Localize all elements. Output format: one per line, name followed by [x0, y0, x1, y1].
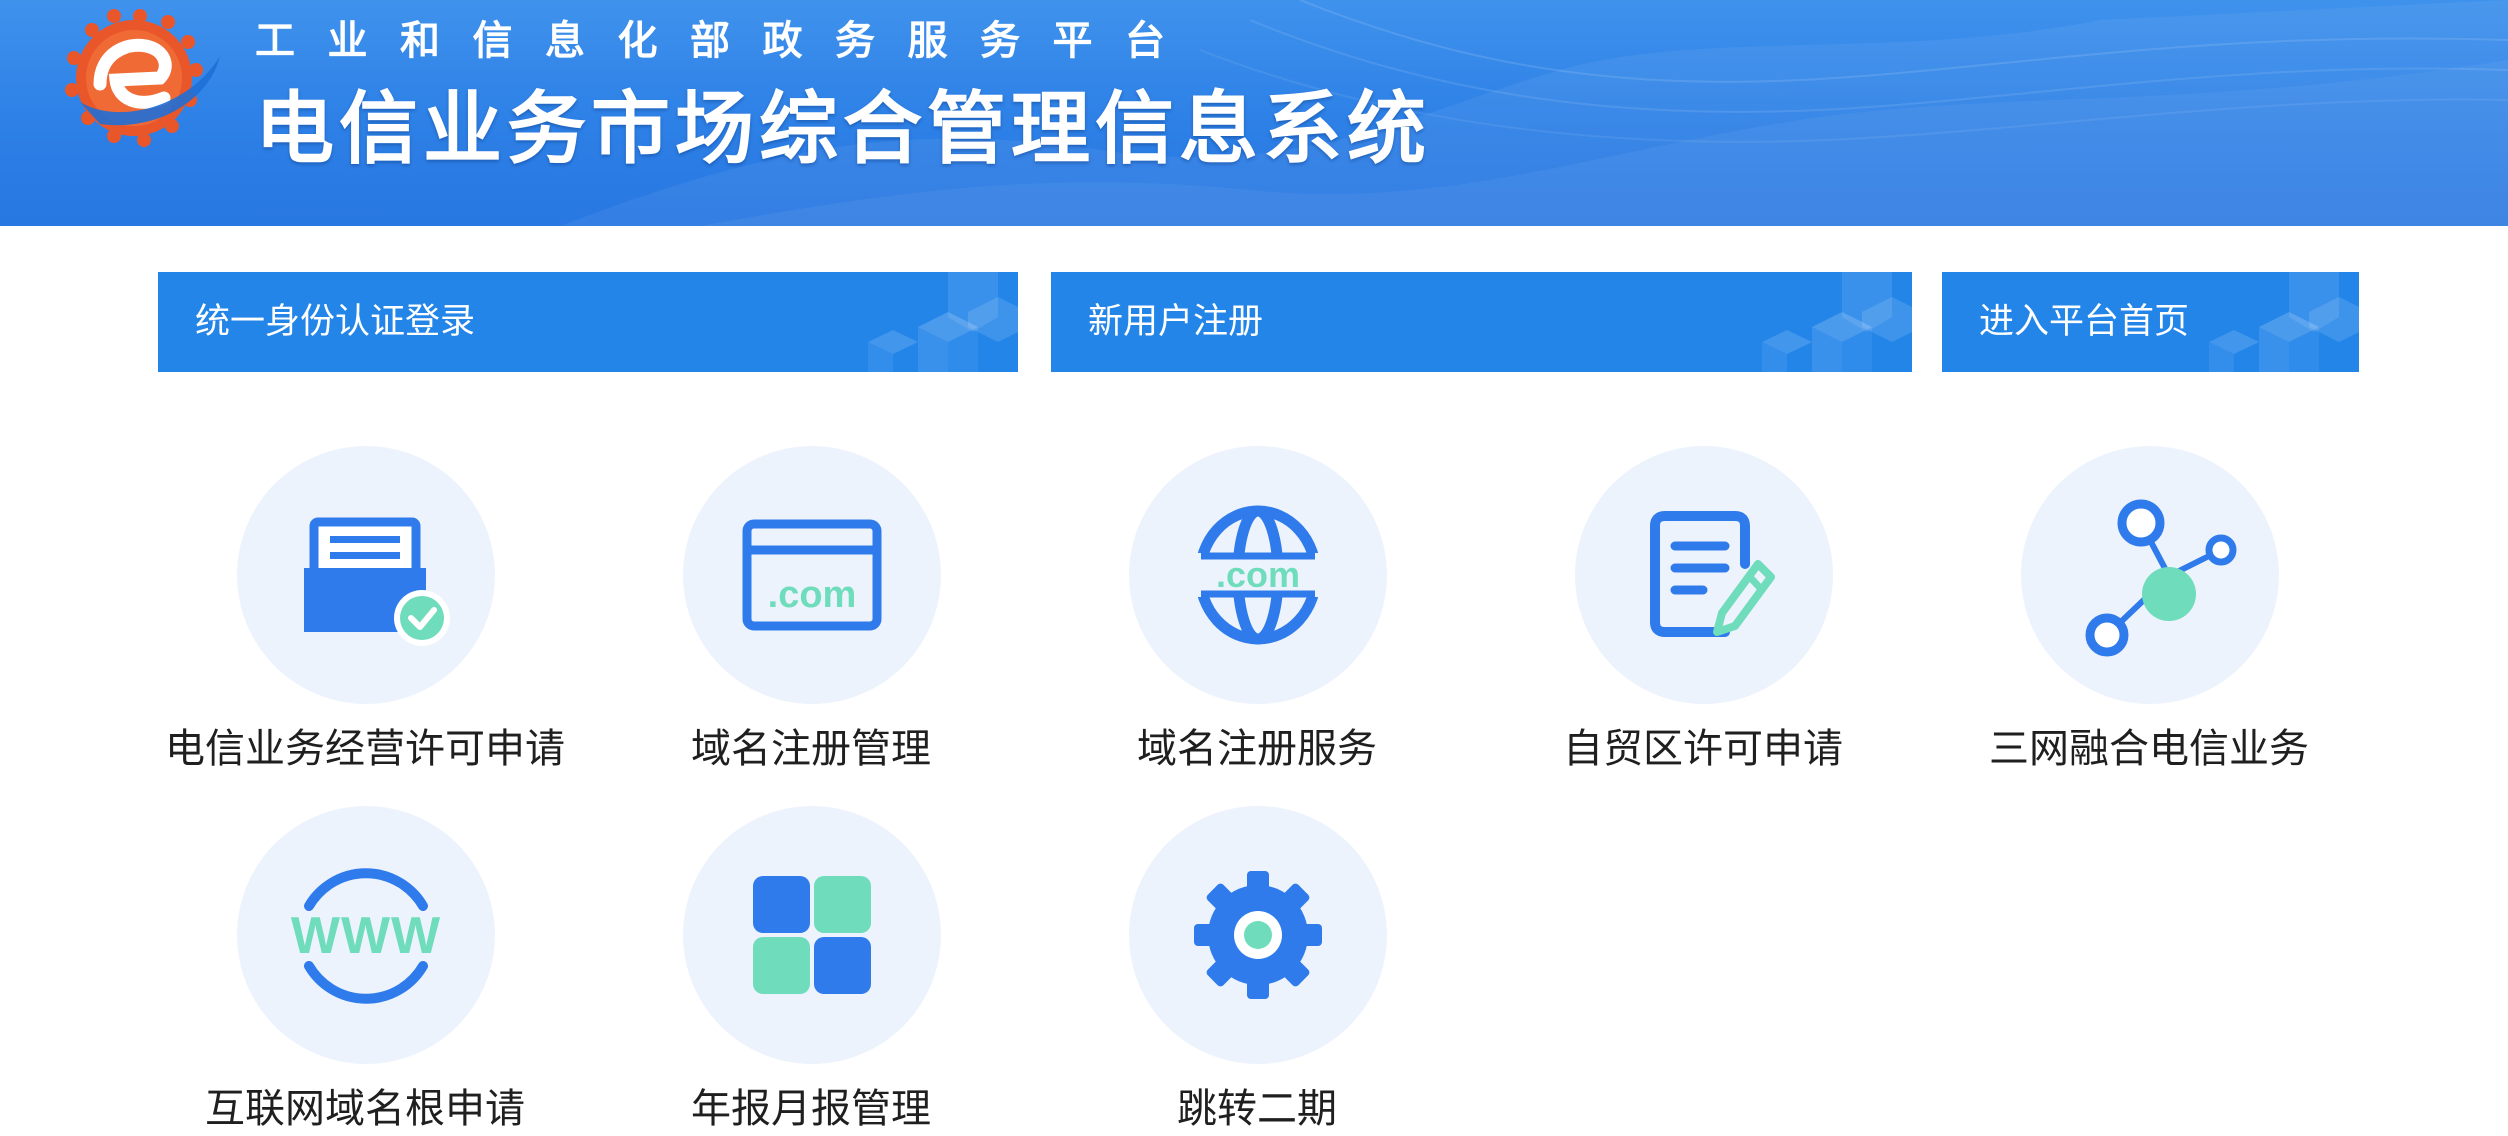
icon-circle — [2021, 446, 2279, 704]
service-telecom-license[interactable]: 电信业务经营许可申请 — [145, 446, 585, 772]
icon-circle — [1129, 806, 1387, 1064]
platform-home-button[interactable]: 进入平台首页 — [1942, 272, 2359, 372]
register-button-label: 新用户注册 — [1088, 302, 1264, 342]
www-icon: WWW — [291, 868, 441, 1004]
cube-decoration-icon — [2209, 272, 2359, 372]
service-label: 年报月报管理 — [691, 1086, 931, 1132]
service-jump-phase-two[interactable]: 跳转二期 — [1037, 806, 1477, 1132]
icon-circle: .com — [683, 446, 941, 704]
register-button[interactable]: 新用户注册 — [1051, 272, 1912, 372]
gear-icon — [1194, 871, 1322, 999]
service-domain-root[interactable]: WWW 互联网域名根申请 — [145, 806, 585, 1132]
icon-circle — [683, 806, 941, 1064]
service-label: 域名注册管理 — [691, 726, 931, 772]
platform-home-button-label: 进入平台首页 — [1979, 302, 2190, 342]
service-label: 互联网域名根申请 — [205, 1086, 525, 1132]
org-title: 工业和信息化部政务服务平台 — [255, 18, 1198, 64]
service-label: 电信业务经营许可申请 — [165, 726, 565, 772]
cube-decoration-icon — [868, 272, 1018, 372]
login-button[interactable]: 统一身份认证登录 — [158, 272, 1018, 372]
icon-circle — [1575, 446, 1833, 704]
service-domain-registration[interactable]: .com 域名注册服务 — [1037, 446, 1477, 772]
logo-icon — [65, 9, 220, 147]
service-domain-management[interactable]: .com 域名注册管理 — [591, 446, 1031, 772]
icon-circle: .com — [1129, 446, 1387, 704]
dotcom-globe-icon: .com — [1193, 505, 1323, 645]
www-text: WWW — [291, 907, 441, 965]
service-label: 三网融合电信业务 — [1989, 726, 2309, 772]
service-label: 跳转二期 — [1177, 1086, 1337, 1132]
network-nodes-icon — [2085, 499, 2237, 657]
document-edit-icon — [1650, 511, 1775, 637]
service-label: 域名注册服务 — [1137, 726, 1377, 772]
service-label: 自贸区许可申请 — [1563, 726, 1843, 772]
icon-circle: WWW — [237, 806, 495, 1064]
system-title: 电信业务市场综合管理信息系统 — [255, 83, 1431, 175]
dotcom-text: .com — [1216, 554, 1300, 595]
dotcom-browser-icon: .com — [742, 519, 882, 631]
license-check-icon — [304, 517, 450, 646]
grid-blocks-icon — [753, 876, 871, 994]
service-free-trade-license[interactable]: 自贸区许可申请 — [1483, 446, 1923, 772]
icon-circle — [237, 446, 495, 704]
header-banner: 工业和信息化部政务服务平台 电信业务市场综合管理信息系统 — [0, 0, 2508, 226]
dotcom-text: .com — [768, 574, 857, 616]
service-triple-play[interactable]: 三网融合电信业务 — [1929, 446, 2369, 772]
service-annual-monthly-report[interactable]: 年报月报管理 — [591, 806, 1031, 1132]
login-button-label: 统一身份认证登录 — [195, 302, 476, 342]
cube-decoration-icon — [1762, 272, 1912, 372]
